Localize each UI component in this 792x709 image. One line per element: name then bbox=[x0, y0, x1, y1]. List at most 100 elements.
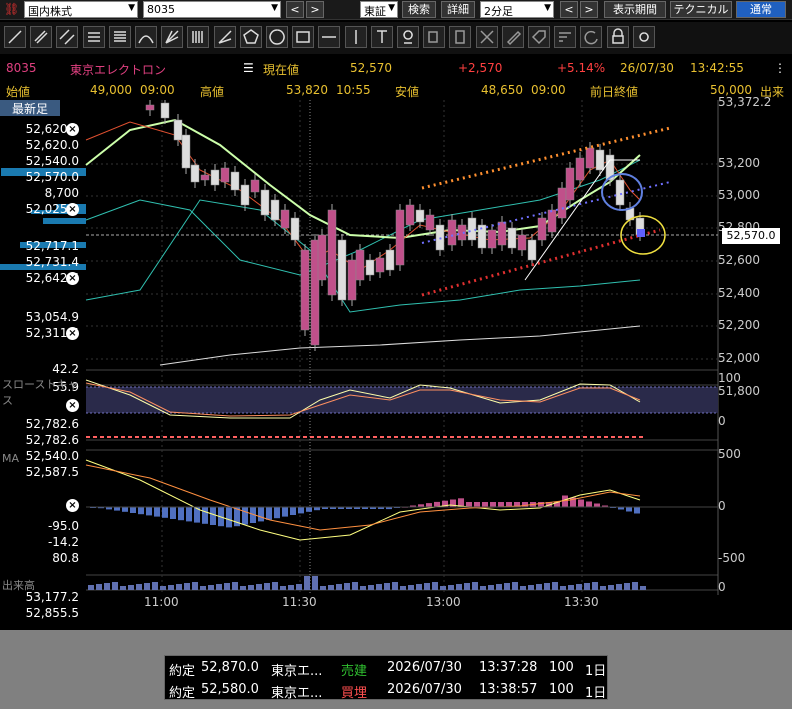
stock-code: 8035 bbox=[6, 61, 37, 75]
macd-bar bbox=[130, 507, 136, 513]
arc-icon[interactable] bbox=[135, 26, 157, 48]
undo-icon[interactable] bbox=[580, 26, 603, 48]
indicator-axis-label: 0 bbox=[718, 580, 726, 594]
high-price: 53,820 bbox=[286, 83, 328, 97]
volume-bar bbox=[544, 583, 550, 590]
volume-bar bbox=[216, 584, 222, 590]
hline-icon[interactable] bbox=[318, 26, 341, 48]
technical-button[interactable]: テクニカル bbox=[670, 1, 732, 18]
execution-time: 13:38:57 bbox=[479, 682, 538, 697]
interval-select[interactable]: 2分足 ▼ bbox=[480, 1, 554, 18]
volume-bar bbox=[312, 576, 318, 590]
candle bbox=[425, 214, 435, 231]
macd-bar bbox=[266, 507, 272, 520]
indicator-axis-label: 500 bbox=[718, 447, 741, 461]
tag-icon[interactable] bbox=[528, 26, 550, 48]
volume-bar bbox=[344, 583, 350, 590]
open-time: 09:00 bbox=[140, 83, 175, 97]
next-period-button[interactable]: > bbox=[580, 1, 598, 18]
candle bbox=[290, 217, 300, 241]
parallel-lines-icon[interactable] bbox=[56, 26, 79, 48]
execution-stock: 東京エ... bbox=[271, 686, 323, 701]
close-icon[interactable]: × bbox=[66, 327, 79, 340]
exchange-select[interactable]: 東証 ▼ bbox=[360, 1, 398, 18]
paste-icon[interactable] bbox=[449, 26, 472, 48]
close-icon[interactable]: × bbox=[66, 272, 79, 285]
indicator-value: 8,700 bbox=[44, 186, 79, 200]
normal-mode-button[interactable]: 通常 bbox=[736, 1, 786, 18]
macd-bar bbox=[154, 507, 160, 517]
menu-icon[interactable]: ⋮ bbox=[774, 61, 786, 75]
execution-stock: 東京エ... bbox=[271, 664, 323, 679]
macd-bar bbox=[586, 501, 592, 507]
close-icon[interactable]: × bbox=[66, 203, 79, 216]
next-stock-button[interactable]: > bbox=[306, 1, 324, 18]
volume-bar bbox=[568, 585, 574, 590]
volume-bar bbox=[432, 582, 438, 590]
search-button[interactable]: 検索 bbox=[402, 1, 436, 18]
price-axis-label: 53,000 bbox=[718, 188, 760, 202]
close-icon[interactable]: × bbox=[66, 123, 79, 136]
quote-board-icon[interactable]: ☰ bbox=[243, 61, 254, 75]
bars-icon[interactable] bbox=[187, 26, 210, 48]
candle bbox=[355, 249, 365, 281]
circle-icon[interactable] bbox=[266, 26, 288, 48]
volume-bar bbox=[632, 582, 638, 590]
macd-bar bbox=[242, 507, 248, 525]
label-icon[interactable] bbox=[554, 26, 577, 48]
execution-row[interactable]: 約定 52,870.0 東京エ... 売建 2026/07/30 13:37:2… bbox=[165, 657, 609, 679]
detail-button[interactable]: 詳細 bbox=[441, 1, 475, 18]
vline-icon[interactable] bbox=[344, 26, 367, 48]
volume-bar bbox=[608, 585, 614, 590]
pentagon-icon[interactable] bbox=[239, 26, 262, 48]
time-axis-label: 11:30 bbox=[282, 595, 317, 609]
order-book-bar bbox=[43, 218, 86, 224]
volume-bar bbox=[448, 585, 454, 590]
market-select-value: 国内株式 bbox=[28, 5, 72, 18]
volume-bar bbox=[408, 585, 414, 590]
ruler-icon[interactable] bbox=[30, 26, 53, 48]
macd-bar bbox=[522, 502, 528, 507]
volume-bar bbox=[536, 584, 542, 590]
volume-bar bbox=[208, 585, 214, 590]
mid-ma-line bbox=[85, 118, 641, 240]
indicator-axis-label: -500 bbox=[718, 551, 746, 565]
interval-select-value: 2分足 bbox=[484, 5, 513, 18]
line-icon[interactable] bbox=[4, 26, 26, 48]
prev-stock-button[interactable]: < bbox=[286, 1, 304, 18]
volume-bar bbox=[120, 586, 126, 590]
horizontal-lines-icon[interactable] bbox=[82, 26, 105, 48]
prev-period-button[interactable]: < bbox=[560, 1, 578, 18]
icon-icon[interactable] bbox=[397, 26, 419, 48]
code-input[interactable]: 8035 ▼ bbox=[143, 1, 281, 18]
angle-icon[interactable] bbox=[213, 26, 236, 48]
market-select[interactable]: 国内株式 ▼ bbox=[24, 1, 138, 18]
position-marker bbox=[637, 229, 645, 237]
link-icon[interactable]: ⛓ bbox=[4, 2, 19, 16]
volume-bar bbox=[400, 586, 406, 590]
macd-bar bbox=[146, 507, 152, 516]
fan-icon[interactable] bbox=[161, 26, 184, 48]
execution-row[interactable]: 約定 52,580.0 東京エ... 買埋 2026/07/30 13:38:5… bbox=[165, 679, 609, 701]
lock-icon[interactable] bbox=[606, 26, 629, 48]
macd-bar bbox=[594, 503, 600, 507]
rectangle-icon[interactable] bbox=[292, 26, 315, 48]
delete-icon[interactable] bbox=[475, 26, 498, 48]
drawing-toolbar bbox=[0, 22, 792, 54]
stoch-band bbox=[86, 387, 718, 413]
eraser-icon[interactable] bbox=[501, 26, 524, 48]
grid-lines-icon[interactable] bbox=[108, 26, 131, 48]
period-button[interactable]: 表示期間 bbox=[604, 1, 666, 18]
volume-bar bbox=[184, 583, 190, 590]
candle bbox=[487, 229, 497, 249]
copy-icon[interactable] bbox=[423, 26, 446, 48]
candle bbox=[557, 187, 567, 219]
close-icon[interactable]: × bbox=[66, 499, 79, 512]
macd-bar bbox=[202, 507, 208, 524]
candle bbox=[317, 234, 327, 281]
candle bbox=[547, 209, 557, 233]
candle bbox=[615, 179, 625, 206]
text-icon[interactable] bbox=[370, 26, 393, 48]
settings-icon[interactable] bbox=[632, 26, 655, 48]
price-chart[interactable] bbox=[0, 100, 792, 630]
